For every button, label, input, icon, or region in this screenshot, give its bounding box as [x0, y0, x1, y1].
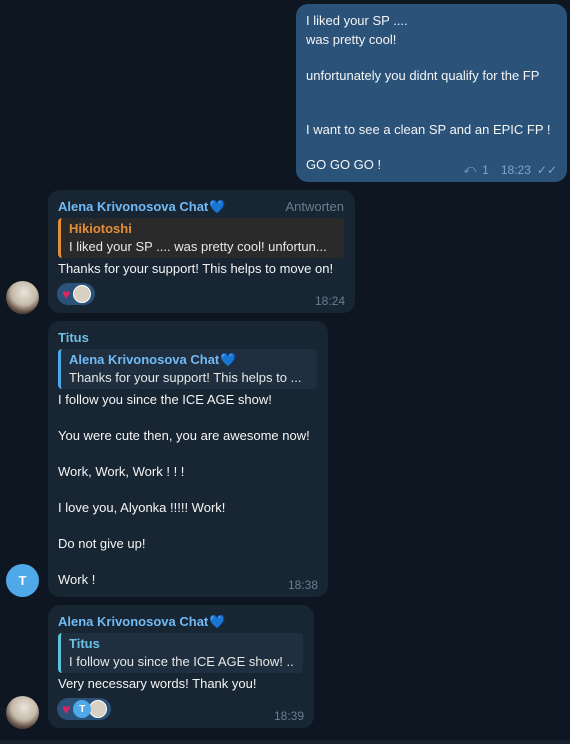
quote-author-text: Alena Krivonosova Chat: [69, 352, 220, 367]
message-line: Work, Work, Work ! ! !: [58, 464, 185, 479]
sender-name[interactable]: Alena Krivonosova Chat💙: [58, 198, 225, 216]
sender-name-text: Alena Krivonosova Chat: [58, 199, 209, 214]
incoming-message[interactable]: Titus Alena Krivonosova Chat💙 Thanks for…: [48, 321, 328, 597]
message-meta: ⤺ 1 18:23 ✓✓: [463, 162, 557, 177]
quote-author: Hikiotoshi: [69, 221, 132, 236]
message-line: I love you, Alyonka !!!!! Work!: [58, 500, 226, 515]
message-line: was pretty cool!: [306, 32, 397, 47]
user-avatar[interactable]: T: [6, 564, 39, 597]
quoted-reply[interactable]: Hikiotoshi I liked your SP .... was pret…: [58, 218, 344, 258]
sender-name[interactable]: Titus: [58, 329, 89, 347]
sender-name-text: Alena Krivonosova Chat: [58, 614, 209, 629]
user-avatar[interactable]: [6, 696, 39, 729]
quote-text: I follow you since the ICE AGE show! ...: [69, 654, 295, 669]
message-time: 18:23: [500, 162, 531, 177]
quote-author: Titus: [69, 636, 100, 651]
message-line: GO GO GO !: [306, 157, 382, 172]
sender-name[interactable]: Alena Krivonosova Chat💙: [58, 613, 225, 631]
incoming-message[interactable]: Alena Krivonosova Chat💙 Antworten Hikiot…: [48, 190, 355, 313]
incoming-message[interactable]: Alena Krivonosova Chat💙 Titus I follow y…: [48, 605, 314, 728]
bottom-bar: [0, 740, 570, 744]
heart-reaction[interactable]: ♥ T: [57, 698, 112, 720]
reactions[interactable]: ♥ T: [57, 698, 112, 720]
quoted-reply[interactable]: Alena Krivonosova Chat💙 Thanks for your …: [58, 349, 317, 389]
quoted-reply[interactable]: Titus I follow you since the ICE AGE sho…: [58, 633, 303, 673]
message-line: Do not give up!: [58, 536, 146, 551]
reactor-avatar: [89, 700, 108, 718]
message-line: unfortunately you didnt qualify for the …: [306, 68, 540, 83]
message-line: I liked your SP ....: [306, 13, 408, 28]
message-line: Work !: [58, 572, 96, 587]
blue-heart-icon: 💙: [209, 199, 226, 214]
outgoing-message[interactable]: I liked your SP .... was pretty cool! un…: [296, 4, 567, 182]
message-line: I want to see a clean SP and an EPIC FP …: [306, 122, 551, 137]
double-check-icon: ✓✓: [536, 162, 557, 177]
red-heart-icon: ♥: [62, 701, 71, 717]
heart-reaction[interactable]: ♥: [57, 283, 96, 305]
message-text: Thanks for your support! This helps to m…: [58, 261, 334, 276]
user-avatar[interactable]: [6, 281, 39, 314]
reactions[interactable]: ♥: [57, 283, 96, 305]
red-heart-icon: ♥: [62, 286, 71, 302]
blue-heart-icon: 💙: [220, 352, 237, 367]
blue-heart-icon: 💙: [209, 614, 226, 629]
message-line: I follow you since the ICE AGE show!: [58, 392, 272, 407]
message-time: 18:38: [287, 578, 318, 592]
reactor-avatar-t: T: [73, 700, 92, 718]
reply-count[interactable]: 1: [482, 163, 489, 177]
message-text: Very necessary words! Thank you!: [58, 676, 257, 691]
quote-text: I liked your SP .... was pretty cool! un…: [69, 239, 327, 254]
message-time: 18:24: [314, 294, 345, 308]
reactor-avatar: [73, 285, 92, 303]
message-time: 18:39: [273, 709, 304, 723]
reply-button[interactable]: Antworten: [285, 199, 344, 214]
quote-author: Alena Krivonosova Chat💙: [69, 351, 309, 369]
reply-arrow-icon[interactable]: ⤺: [463, 162, 476, 177]
message-line: You were cute then, you are awesome now!: [58, 428, 310, 443]
quote-text: Thanks for your support! This helps to .…: [69, 370, 302, 385]
